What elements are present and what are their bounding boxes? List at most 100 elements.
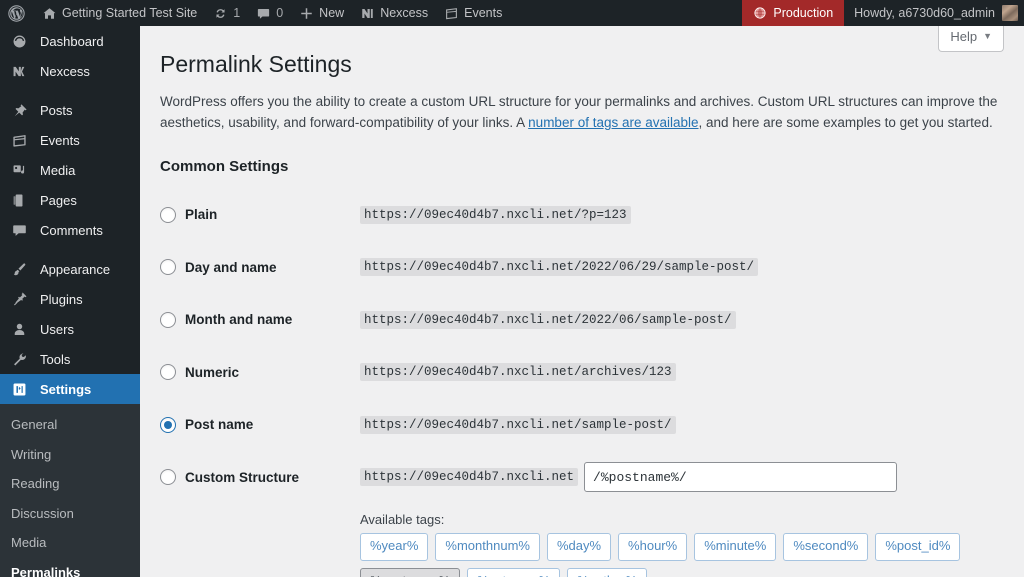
permalink-option-post-name[interactable]: Post name	[160, 416, 360, 433]
adminbar-new-label: New	[319, 6, 345, 20]
tag-button-year[interactable]: %year%	[360, 533, 429, 561]
sidebar-item-label: Settings	[40, 381, 92, 397]
dashboard-icon	[11, 33, 31, 50]
tag-button-category[interactable]: %category%	[467, 567, 561, 577]
tag-button-author[interactable]: %author%	[567, 567, 648, 577]
adminbar-events[interactable]: Events	[436, 0, 510, 26]
sidebar-item-dashboard[interactable]: Dashboard	[0, 26, 140, 56]
tag-button-day[interactable]: %day%	[546, 533, 612, 561]
tag-button-second[interactable]: %second%	[783, 533, 869, 561]
custom-structure-base-url: https://09ec40d4b7.nxcli.net	[360, 468, 579, 487]
sidebar-item-comments[interactable]: Comments	[0, 215, 140, 245]
adminbar-howdy-label: Howdy, a6730d60_admin	[854, 6, 995, 20]
sidebar-submenu-item-discussion[interactable]: Discussion	[0, 499, 140, 529]
permalink-option-plain[interactable]: Plain	[160, 206, 360, 223]
tag-button-hour[interactable]: %hour%	[618, 533, 688, 561]
sidebar-item-label: Tools	[40, 351, 71, 367]
plus-icon	[299, 6, 314, 21]
wrench-icon	[11, 351, 31, 368]
permalink-option-numeric[interactable]: Numeric	[160, 364, 360, 381]
sidebar-item-label: Media	[40, 162, 76, 178]
sidebar-item-pages[interactable]: Pages	[0, 185, 140, 215]
sidebar-item-label: Users	[40, 321, 74, 337]
events-icon	[11, 132, 31, 149]
permalink-option-row[interactable]: Post name https://09ec40d4b7.nxcli.net/s…	[160, 399, 1004, 452]
tag-button-post-id[interactable]: %post_id%	[875, 533, 961, 561]
adminbar-production-badge[interactable]: Production	[742, 0, 845, 26]
radio-custom-structure[interactable]	[160, 469, 176, 486]
radio-plain[interactable]	[160, 206, 176, 223]
permalink-option-row[interactable]: Numeric https://09ec40d4b7.nxcli.net/arc…	[160, 346, 1004, 399]
page-title: Permalink Settings	[160, 51, 352, 77]
sidebar-item-settings[interactable]: Settings	[0, 374, 148, 404]
permalink-options-table: Plain https://09ec40d4b7.nxcli.net/?p=12…	[160, 189, 1004, 577]
adminbar-nexcess-label: Nexcess	[380, 6, 429, 20]
brush-icon	[11, 261, 31, 278]
comment-bubble-icon	[256, 6, 271, 21]
adminbar-comments[interactable]: 0	[248, 0, 291, 26]
sidebar-item-tools[interactable]: Tools	[0, 344, 140, 374]
sidebar-item-posts[interactable]: Posts	[0, 95, 140, 125]
nexcess-logo-icon	[360, 6, 375, 21]
available-tags-link[interactable]: number of tags are available	[528, 115, 698, 130]
adminbar-new[interactable]: New	[291, 0, 352, 26]
chevron-down-icon: ▼	[983, 31, 992, 42]
radio-day-and-name[interactable]	[160, 259, 176, 276]
adminbar-production-label: Production	[773, 6, 834, 20]
sidebar-item-events[interactable]: Events	[0, 125, 140, 155]
tag-button-monthnum[interactable]: %monthnum%	[435, 533, 540, 561]
permalink-option-label: Numeric	[185, 364, 240, 380]
help-tab-button[interactable]: Help ▼	[938, 24, 1004, 52]
custom-structure-line: https://09ec40d4b7.nxcli.net	[360, 453, 1004, 501]
sidebar-item-appearance[interactable]: Appearance	[0, 254, 140, 284]
sidebar-submenu-item-permalinks[interactable]: Permalinks	[0, 558, 140, 577]
permalink-option-url: https://09ec40d4b7.nxcli.net/?p=123	[360, 205, 631, 224]
sidebar-submenu-item-reading[interactable]: Reading	[0, 469, 140, 499]
permalink-option-label: Plain	[185, 207, 218, 223]
adminbar-site-name[interactable]: Getting Started Test Site	[34, 0, 205, 26]
sidebar-item-nexcess[interactable]: Nexcess	[0, 56, 140, 86]
permalink-option-month-and-name[interactable]: Month and name	[160, 311, 360, 328]
custom-structure-group: https://09ec40d4b7.nxcli.net Available t…	[360, 453, 1004, 577]
nexcess-icon	[11, 63, 31, 80]
intro-paragraph: WordPress offers you the ability to crea…	[160, 92, 1004, 134]
home-icon	[42, 6, 57, 21]
radio-numeric[interactable]	[160, 364, 176, 381]
adminbar-wordpress-logo[interactable]	[0, 0, 34, 26]
adminbar-howdy[interactable]: Howdy, a6730d60_admin	[844, 0, 1024, 26]
permalink-option-row-custom[interactable]: Custom Structure https://09ec40d4b7.nxcl…	[160, 451, 1004, 577]
permalink-option-row[interactable]: Day and name https://09ec40d4b7.nxcli.ne…	[160, 241, 1004, 294]
permalink-option-label: Post name	[185, 417, 254, 433]
custom-structure-input[interactable]	[584, 462, 898, 493]
tag-button-minute[interactable]: %minute%	[694, 533, 777, 561]
adminbar-nexcess[interactable]: Nexcess	[352, 0, 436, 26]
permalink-option-label: Month and name	[185, 312, 293, 328]
sidebar-item-label: Dashboard	[40, 33, 104, 49]
section-title-common-settings: Common Settings	[160, 157, 289, 175]
sidebar-submenu-item-media[interactable]: Media	[0, 528, 140, 558]
permalink-option-custom-structure[interactable]: Custom Structure	[160, 453, 360, 501]
main-content: Help ▼ Permalink Settings WordPress offe…	[140, 24, 1024, 577]
sidebar-submenu-item-general[interactable]: General	[0, 410, 140, 440]
pages-icon	[11, 192, 31, 209]
sidebar-item-plugins[interactable]: Plugins	[0, 284, 140, 314]
radio-post-name[interactable]	[160, 416, 176, 433]
radio-month-and-name[interactable]	[160, 311, 176, 328]
available-tags-list: %year% %monthnum% %day% %hour% %minute% …	[360, 533, 1004, 577]
sidebar-item-users[interactable]: Users	[0, 314, 140, 344]
content-inner: Permalink Settings WordPress offers you …	[140, 26, 1024, 577]
sidebar-submenu-item-writing[interactable]: Writing	[0, 440, 140, 470]
events-icon	[444, 6, 459, 21]
permalink-option-row[interactable]: Month and name https://09ec40d4b7.nxcli.…	[160, 294, 1004, 347]
sidebar-item-label: Plugins	[40, 291, 83, 307]
permalink-option-label: Custom Structure	[185, 469, 300, 485]
tag-button-postname[interactable]: %postname%	[360, 567, 461, 577]
adminbar-comments-count: 0	[276, 6, 284, 20]
globe-icon	[753, 6, 767, 20]
adminbar-updates[interactable]: 1	[205, 0, 248, 26]
permalink-option-row[interactable]: Plain https://09ec40d4b7.nxcli.net/?p=12…	[160, 189, 1004, 242]
permalink-option-day-and-name[interactable]: Day and name	[160, 259, 360, 276]
sidebar-item-media[interactable]: Media	[0, 155, 140, 185]
sidebar-item-label: Events	[40, 132, 80, 148]
adminbar-right-group: Production Howdy, a6730d60_admin	[742, 0, 1024, 26]
